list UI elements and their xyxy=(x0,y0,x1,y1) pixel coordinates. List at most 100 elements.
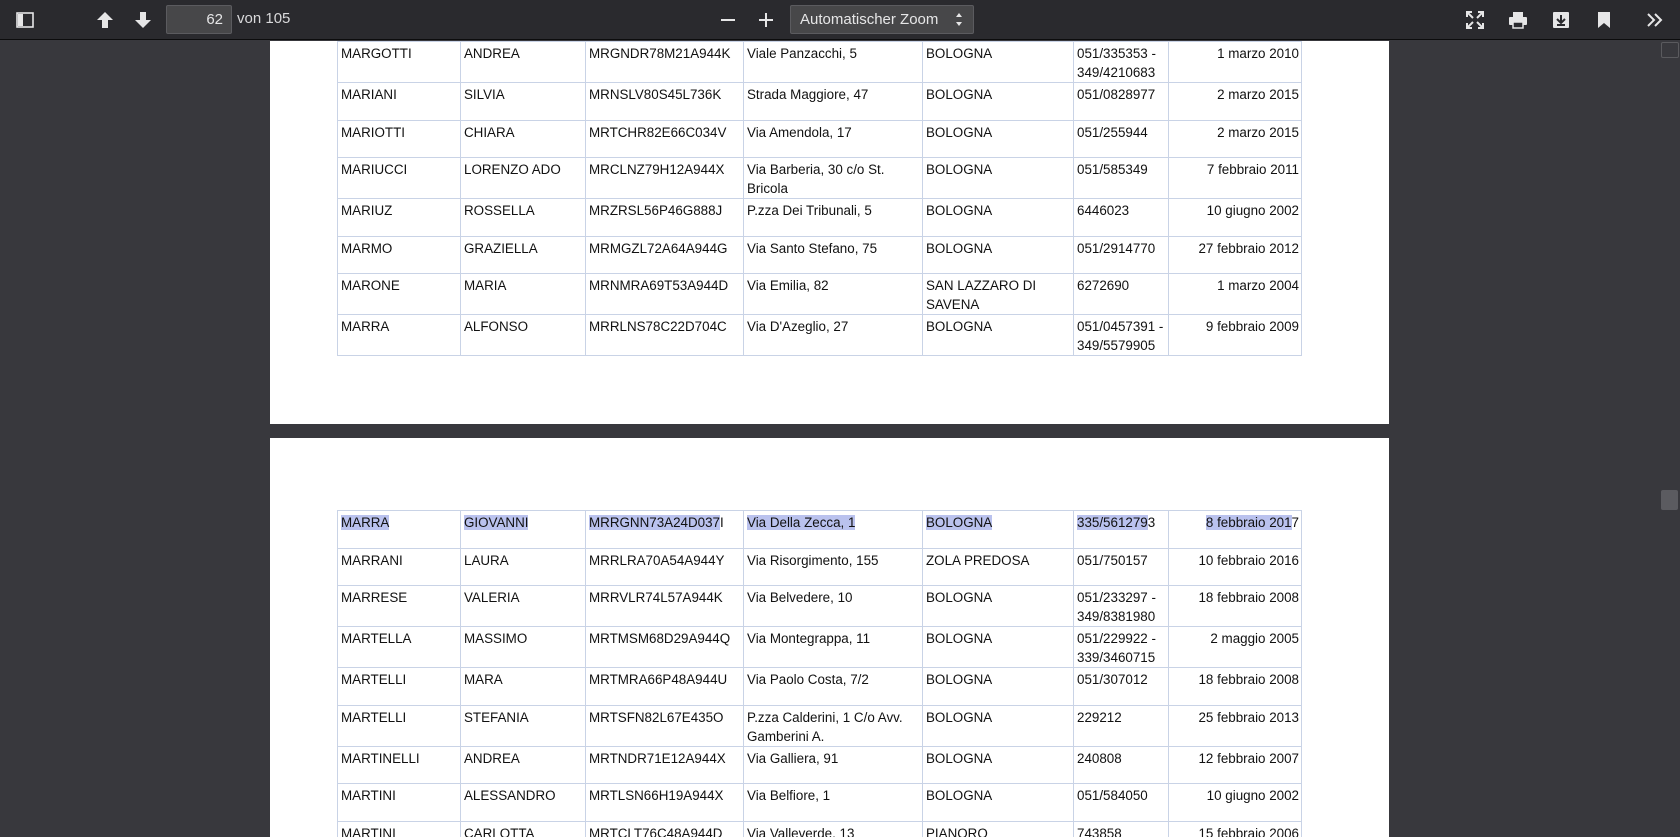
phone-cell: 240808 xyxy=(1073,745,1169,785)
print-icon[interactable] xyxy=(1503,5,1533,34)
surname-cell: MARTINI xyxy=(337,783,461,822)
plus-icon[interactable] xyxy=(751,5,781,34)
name-cell: SILVIA xyxy=(460,82,586,121)
arrow-up-icon[interactable] xyxy=(90,5,120,34)
download-icon[interactable] xyxy=(1546,5,1576,34)
arrow-down-icon[interactable] xyxy=(128,5,158,34)
zoom-select[interactable]: Automatischer Zoom xyxy=(790,5,974,34)
select-arrows-icon xyxy=(956,13,962,26)
phone-cell: 051/255944 xyxy=(1073,119,1169,159)
pdf-toolbar: von 105 Automatischer Zoom xyxy=(0,0,1680,40)
date-cell: 18 febbraio 2008 xyxy=(1168,667,1302,706)
phone-cell: 051/750157 xyxy=(1073,547,1169,587)
table-row: MARTELLI STEFANIA MRTSFN82L67E435O P.zza Ca… xyxy=(337,704,1302,747)
phone-cell: 051/233297 - 349/8381980 xyxy=(1073,585,1169,628)
name-cell: LAURA xyxy=(460,547,586,587)
double-chevron-right-icon[interactable] xyxy=(1640,5,1670,34)
fiscal-code-cell: MRTLSN66H19A944X xyxy=(585,783,744,822)
address-cell: Via Galliera, 91 xyxy=(743,745,923,785)
city-cell: BOLOGNA xyxy=(922,235,1074,275)
fiscal-code-cell: MRZRSL56P46G888J xyxy=(585,198,744,237)
name-cell: ALESSANDRO xyxy=(460,783,586,822)
name-cell: ANDREA xyxy=(460,41,586,83)
fiscal-code-cell: MRTSFN82L67E435O xyxy=(585,704,744,747)
address-cell: Strada Maggiore, 47 xyxy=(743,82,923,121)
phone-cell: 051/335353 - 349/4210683 xyxy=(1073,41,1169,83)
surname-cell: MARTELLA xyxy=(337,626,461,669)
surname-cell: MARRA xyxy=(337,510,461,549)
name-cell: MASSIMO xyxy=(460,626,586,669)
surname-cell: MARIUCCI xyxy=(337,157,461,200)
city-cell: BOLOGNA xyxy=(922,82,1074,121)
fiscal-code-cell: MRMGZL72A64A944G xyxy=(585,235,744,275)
date-cell: 2 marzo 2015 xyxy=(1168,82,1302,121)
scrollbar-thumb[interactable] xyxy=(1661,490,1678,510)
fiscal-code-cell: MRNMRA69T53A944D xyxy=(585,273,744,316)
document-viewer[interactable]: MARGOTTI ANDREA MRGNDR78M21A944K Viale Panz… xyxy=(0,41,1680,837)
text-selection: MRRGNN73A24D037 xyxy=(589,515,720,530)
surname-cell: MARTELLI xyxy=(337,667,461,706)
surname-cell: MARRA xyxy=(337,314,461,357)
name-cell: GIOVANNI xyxy=(460,510,586,549)
address-cell: Via Della Zecca, 1 xyxy=(743,510,923,549)
name-cell: VALERIA xyxy=(460,585,586,628)
phone-cell: 229212 xyxy=(1073,704,1169,747)
city-cell: BOLOGNA xyxy=(922,119,1074,159)
date-cell: 25 febbraio 2013 xyxy=(1168,704,1302,747)
name-cell: MARA xyxy=(460,667,586,706)
table-row: MARTINI ALESSANDRO MRTLSN66H19A944X Via Bel… xyxy=(337,783,1302,822)
phone-cell: 051/229922 - 339/3460715 xyxy=(1073,626,1169,669)
address-cell: Via Paolo Costa, 7/2 xyxy=(743,667,923,706)
fiscal-code-cell: MRRGNN73A24D037I xyxy=(585,510,744,549)
text-selection: GIOVANNI xyxy=(464,515,529,530)
date-cell: 7 febbraio 2011 xyxy=(1168,157,1302,200)
date-cell: 15 febbraio 2006 xyxy=(1168,820,1302,837)
date-cell: 8 febbraio 2017 xyxy=(1168,510,1302,549)
name-cell: ANDREA xyxy=(460,745,586,785)
minus-icon[interactable] xyxy=(713,5,743,34)
table-row: MARGOTTI ANDREA MRGNDR78M21A944K Viale Panz… xyxy=(337,41,1302,83)
date-cell: 10 giugno 2002 xyxy=(1168,783,1302,822)
address-cell: Via Belfiore, 1 xyxy=(743,783,923,822)
fiscal-code-cell: MRTNDR71E12A944X xyxy=(585,745,744,785)
fiscal-code-cell: MRCLNZ79H12A944X xyxy=(585,157,744,200)
zoom-select-value: Automatischer Zoom xyxy=(800,11,939,28)
fiscal-code-cell: MRRLRA70A54A944Y xyxy=(585,547,744,587)
table-row: MARIOTTI CHIARA MRTCHR82E66C034V Via Amendo… xyxy=(337,119,1302,159)
fullscreen-icon[interactable] xyxy=(1460,5,1490,34)
city-cell: BOLOGNA xyxy=(922,198,1074,237)
pdf-page: MARGOTTI ANDREA MRGNDR78M21A944K Viale Panz… xyxy=(270,41,1389,424)
text-selection: Via Della Zecca, 1 xyxy=(747,515,856,530)
surname-cell: MARTINI xyxy=(337,820,461,837)
table-row: MARIANI SILVIA MRNSLV80S45L736K Strada Magg… xyxy=(337,82,1302,121)
surname-cell: MARIOTTI xyxy=(337,119,461,159)
city-cell: BOLOGNA xyxy=(922,41,1074,83)
table-row: MARRANI LAURA MRRLRA70A54A944Y Via Risorgim… xyxy=(337,547,1302,587)
text-selection: MARRA xyxy=(341,515,390,530)
name-cell: CARLOTTA xyxy=(460,820,586,837)
address-cell: Via Santo Stefano, 75 xyxy=(743,235,923,275)
address-cell: Via Emilia, 82 xyxy=(743,273,923,316)
surname-cell: MARRANI xyxy=(337,547,461,587)
phone-cell: 6272690 xyxy=(1073,273,1169,316)
city-cell: BOLOGNA xyxy=(922,783,1074,822)
data-table: MARGOTTI ANDREA MRGNDR78M21A944K Viale Panz… xyxy=(337,41,1302,357)
fiscal-code-cell: MRNSLV80S45L736K xyxy=(585,82,744,121)
bookmark-icon[interactable] xyxy=(1589,5,1619,34)
city-cell: BOLOGNA xyxy=(922,585,1074,628)
page-number-input[interactable] xyxy=(166,5,232,34)
table-row: MARIUCCI LORENZO ADO MRCLNZ79H12A944X Via B… xyxy=(337,157,1302,200)
date-cell: 12 febbraio 2007 xyxy=(1168,745,1302,785)
page-count-label: von 105 xyxy=(237,10,291,27)
text-selection: 8 febbraio 201 xyxy=(1205,515,1292,530)
address-cell: Via Barberia, 30 c/o St. Bricola xyxy=(743,157,923,200)
name-cell: MARIA xyxy=(460,273,586,316)
surname-cell: MARRESE xyxy=(337,585,461,628)
address-cell: Via D'Azeglio, 27 xyxy=(743,314,923,357)
date-cell: 27 febbraio 2012 xyxy=(1168,235,1302,275)
fiscal-code-cell: MRTCHR82E66C034V xyxy=(585,119,744,159)
city-cell: BOLOGNA xyxy=(922,157,1074,200)
surname-cell: MARIANI xyxy=(337,82,461,121)
sidebar-toggle-icon[interactable] xyxy=(10,5,40,34)
date-cell: 1 marzo 2010 xyxy=(1168,41,1302,83)
